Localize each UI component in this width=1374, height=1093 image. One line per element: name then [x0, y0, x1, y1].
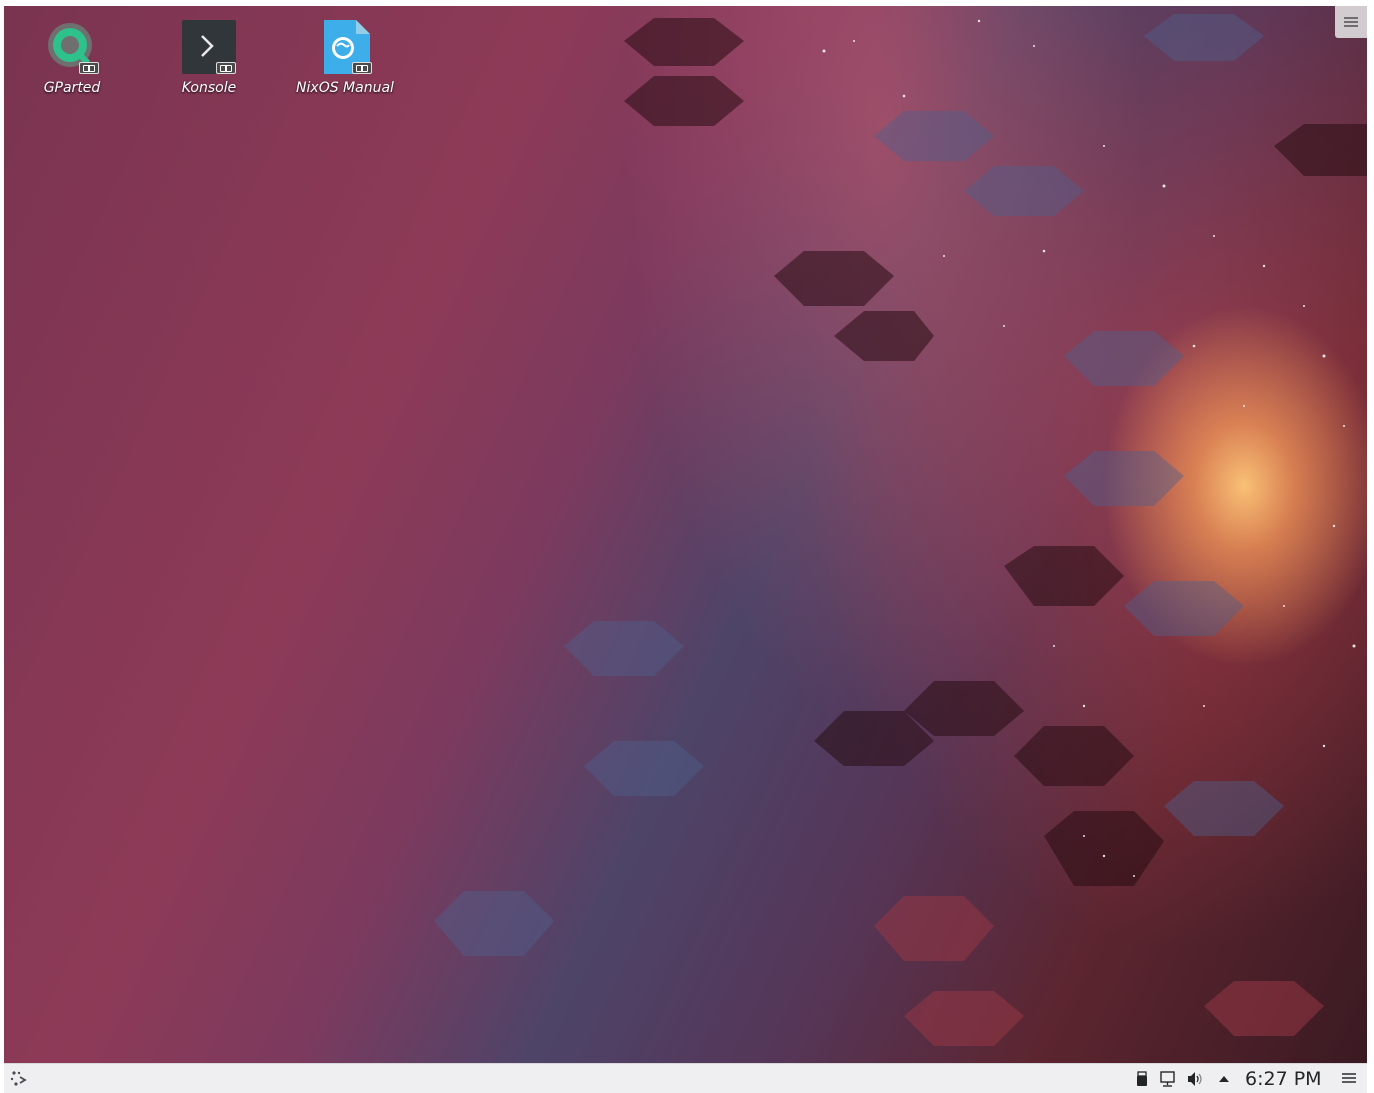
symlink-badge-icon	[216, 62, 236, 74]
desktop-toolbox-button[interactable]	[1335, 6, 1367, 38]
konsole-icon	[180, 18, 238, 76]
network-wired-icon[interactable]	[1159, 1071, 1177, 1087]
taskbar-panel: 6:27 PM	[4, 1063, 1367, 1093]
desktop[interactable]: GParted Konsole NixOS Manual	[4, 6, 1367, 1063]
wallpaper	[434, 14, 1367, 1046]
symlink-badge-icon	[352, 62, 372, 74]
screen: GParted Konsole NixOS Manual 6:27 PM	[4, 6, 1367, 1093]
hamburger-menu-icon	[1342, 1073, 1356, 1083]
desktop-icon-konsole[interactable]: Konsole	[154, 18, 264, 96]
desktop-icon-label: Konsole	[181, 80, 237, 96]
symlink-badge-icon	[79, 62, 99, 74]
hamburger-menu-icon	[1344, 17, 1358, 27]
panel-menu-button[interactable]	[1342, 1073, 1360, 1089]
nixos-manual-icon	[316, 18, 374, 76]
digital-clock[interactable]: 6:27 PM	[1245, 1068, 1322, 1090]
gparted-icon	[43, 18, 101, 76]
desktop-icon-label: GParted	[43, 80, 101, 96]
expand-arrow-icon[interactable]	[1215, 1071, 1233, 1087]
usb-device-icon[interactable]	[1133, 1071, 1151, 1087]
desktop-icon-label: NixOS Manual	[296, 80, 394, 96]
application-launcher-icon	[10, 1071, 27, 1086]
desktop-icon-nixos-manual[interactable]: NixOS Manual	[290, 18, 400, 96]
desktop-icon-gparted[interactable]: GParted	[17, 18, 127, 96]
volume-icon[interactable]	[1186, 1071, 1204, 1087]
application-launcher-button[interactable]	[8, 1068, 30, 1090]
